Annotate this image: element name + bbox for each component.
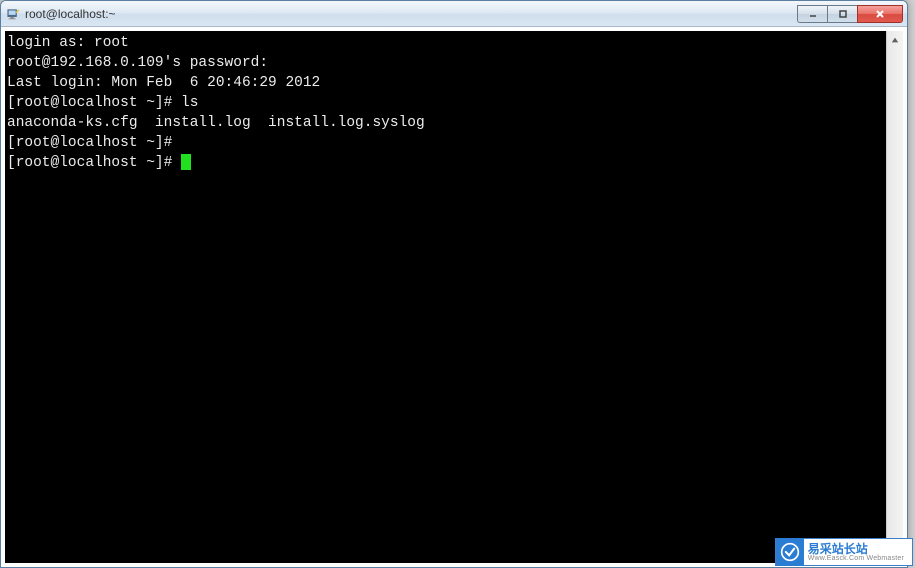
window-controls [797,5,903,23]
minimize-button[interactable] [797,5,827,23]
terminal-line: [root@localhost ~]# [7,133,884,153]
watermark-text: 易采站长站 Www.Easck.Com Webmaster [804,543,908,562]
window-title: root@localhost:~ [25,7,797,21]
client-area: login as: rootroot@192.168.0.109's passw… [1,27,907,567]
titlebar[interactable]: root@localhost:~ [1,1,907,27]
terminal-cursor [181,154,191,170]
putty-icon [5,6,21,22]
vertical-scrollbar[interactable] [886,31,903,563]
watermark-logo-icon [776,538,804,566]
scroll-up-button[interactable] [887,31,903,48]
watermark-main-label: 易采站长站 [808,543,904,555]
terminal-line: Last login: Mon Feb 6 20:46:29 2012 [7,73,884,93]
terminal-line: [root@localhost ~]# [7,153,884,173]
maximize-button[interactable] [827,5,857,23]
terminal-line: root@192.168.0.109's password: [7,53,884,73]
terminal-line: anaconda-ks.cfg install.log install.log.… [7,113,884,133]
close-button[interactable] [857,5,903,23]
terminal-output[interactable]: login as: rootroot@192.168.0.109's passw… [5,31,886,563]
watermark-sub-label: Www.Easck.Com Webmaster [808,555,904,562]
terminal-window: root@localhost:~ login as: rootroot@192.… [0,0,908,568]
terminal-line: [root@localhost ~]# ls [7,93,884,113]
watermark-badge: 易采站长站 Www.Easck.Com Webmaster [775,538,913,566]
terminal-line: login as: root [7,33,884,53]
